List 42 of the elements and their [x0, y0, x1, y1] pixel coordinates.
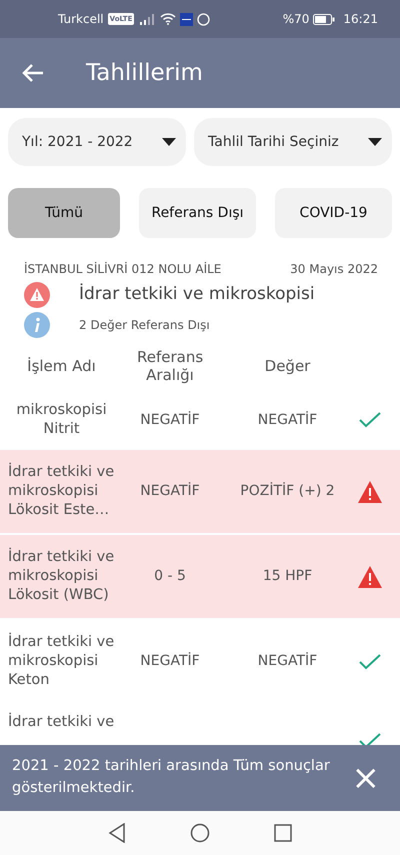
dropdown[interactable]: Tahlil Tarihi Seçiniz [194, 118, 392, 166]
dropdown-caret-icon [368, 138, 382, 146]
column-header: Değer [264, 357, 312, 375]
wifi-icon [160, 13, 176, 25]
filter-tab[interactable]: Tümü [8, 188, 120, 238]
test-name-cell-text: İdrar tetkiki ve mikroskopisi Keton [7, 633, 115, 690]
home-icon[interactable] [190, 823, 210, 843]
reference-range-cell-text: 0 - 5 [153, 567, 187, 586]
test-name-cell-text: İdrar tetkiki ve [7, 713, 115, 732]
test-name-cell-text: İdrar tetkiki ve mikroskopisi Lökosit Este… [7, 463, 115, 520]
dropdown[interactable]: Yıl: 2021 - 2022 [8, 118, 186, 166]
value-cell-text: NEGATİF [256, 651, 318, 671]
reference-range-cell-text: NEGATİF [139, 651, 201, 671]
value-cell-text: 15 HPF [262, 567, 314, 586]
battery-level: %70 [282, 11, 310, 28]
column-header: İşlem Adı [26, 357, 97, 375]
signal-icon [138, 13, 156, 25]
test-name-cell-text: mikroskopisi Nitrit [15, 401, 108, 439]
info-icon [24, 312, 50, 338]
filter-tab[interactable]: COVID-19 [275, 188, 392, 238]
carrier-name: Turkcell [58, 11, 104, 28]
value-cell-text: NEGATİF [256, 410, 318, 430]
back-arrow-icon[interactable] [22, 63, 44, 83]
value-cell-text: POZİTİF (+) 2 [239, 481, 336, 501]
reference-range-cell-text: NEGATİF [139, 481, 201, 501]
test-name-cell-text: İdrar tetkiki ve mikroskopisi Lökosit (WBC) [7, 548, 115, 605]
result-date: 30 Mayıs 2022 [290, 261, 378, 278]
dropdown-caret-icon [162, 138, 176, 146]
battery-icon [313, 14, 336, 24]
filter-tab[interactable]: Referans Dışı [139, 188, 256, 238]
test-name: İdrar tetkiki ve mikroskopisi [79, 282, 315, 306]
warning-icon [24, 282, 50, 308]
reference-range-cell-text: NEGATİF [139, 410, 201, 430]
screen-title: Tahlillerim [86, 58, 203, 88]
recents-icon[interactable] [274, 824, 292, 842]
snackbar-message: 2021 - 2022 tarihleri arasında Tüm sonuçlar gösterilmektedir. [12, 757, 331, 798]
close-button[interactable]: × [348, 761, 384, 795]
back-icon[interactable] [108, 823, 126, 843]
out-of-range-summary: 2 Değer Referans Dışı [79, 317, 210, 334]
clock: 16:21 [343, 11, 378, 28]
institution-name: İSTANBUL SİLİVRİ 012 NOLU AİLE [24, 261, 222, 278]
column-header: Referans Aralığı [136, 348, 204, 384]
